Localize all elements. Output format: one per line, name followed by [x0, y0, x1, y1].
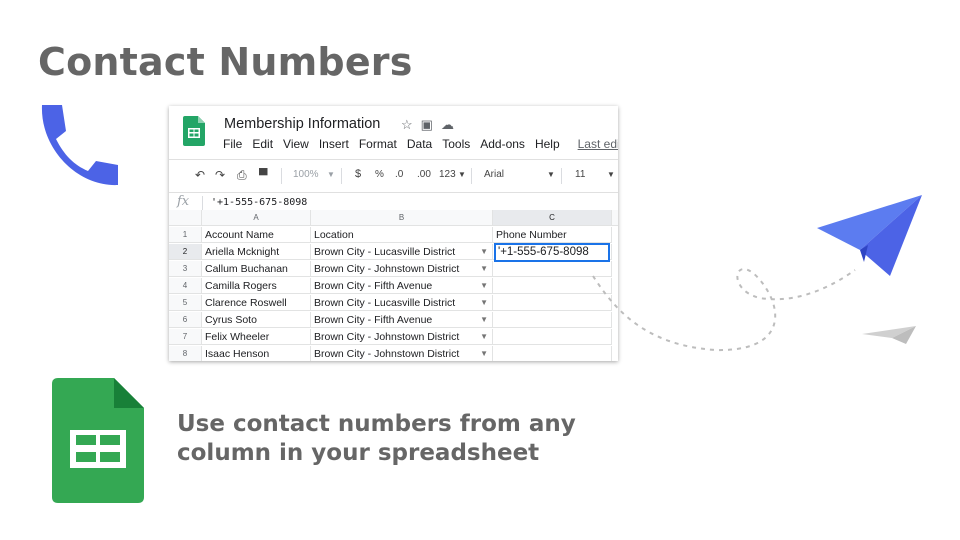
move-folder-icon[interactable]: ▣: [421, 116, 433, 134]
cell-account[interactable]: Cyrus Soto: [202, 312, 311, 328]
cell-location[interactable]: Brown City - Johnstown District ▼: [311, 346, 493, 361]
row-number[interactable]: 5: [169, 295, 202, 311]
cell-account[interactable]: Ariella Mcknight: [202, 244, 311, 260]
row-number[interactable]: 1: [169, 227, 202, 243]
paper-plane-icon: [862, 326, 916, 344]
cell-location[interactable]: Brown City - Lucasville District ▼: [311, 244, 493, 260]
paint-format-icon[interactable]: ▀: [259, 168, 268, 182]
cell-account[interactable]: Account Name: [202, 227, 311, 243]
cell-location[interactable]: Brown City - Lucasville District ▼: [311, 295, 493, 311]
menu-file[interactable]: File: [223, 137, 242, 151]
menu-format[interactable]: Format: [359, 137, 397, 151]
menu-edit[interactable]: Edit: [252, 137, 273, 151]
column-header-b[interactable]: B: [311, 210, 493, 226]
column-header-c[interactable]: C: [493, 210, 612, 226]
paper-plane-icon: [817, 195, 922, 276]
cell-location[interactable]: Brown City - Johnstown District ▼: [311, 329, 493, 345]
menu-help[interactable]: Help: [535, 137, 560, 151]
table-row: 5 Clarence Roswell Brown City - Lucasvil…: [169, 295, 618, 312]
currency-format-button[interactable]: $: [355, 168, 361, 180]
google-sheets-icon: [52, 378, 144, 503]
font-size-select[interactable]: 11: [575, 169, 585, 180]
cell-location[interactable]: Brown City - Fifth Avenue ▼: [311, 312, 493, 328]
cell-location[interactable]: Location: [311, 227, 493, 243]
menu-data[interactable]: Data: [407, 137, 432, 151]
dropdown-arrow-icon[interactable]: ▼: [480, 244, 488, 259]
row-number[interactable]: 4: [169, 278, 202, 294]
more-formats-button[interactable]: 123: [439, 169, 456, 180]
cell-location[interactable]: Brown City - Fifth Avenue ▼: [311, 278, 493, 294]
select-all-corner[interactable]: [169, 210, 202, 226]
menu-tools[interactable]: Tools: [442, 137, 470, 151]
cell-account[interactable]: Camilla Rogers: [202, 278, 311, 294]
menu-add-ons[interactable]: Add-ons: [480, 137, 525, 151]
table-row: 6 Cyrus Soto Brown City - Fifth Avenue ▼: [169, 312, 618, 329]
row-number[interactable]: 8: [169, 346, 202, 361]
row-number[interactable]: 2: [169, 244, 202, 260]
dropdown-arrow-icon[interactable]: ▼: [480, 295, 488, 310]
toolbar: ↶ ↷ ⎙ ▀ 100% ▼ $ % .0 .00 123 ▼ Arial ▼ …: [169, 159, 618, 193]
document-title[interactable]: Membership Information: [224, 116, 380, 132]
dropdown-arrow-icon[interactable]: ▼: [480, 329, 488, 344]
redo-icon[interactable]: ↷: [215, 168, 225, 182]
chevron-down-icon: ▼: [327, 170, 335, 179]
star-icon[interactable]: ☆: [401, 116, 413, 134]
cell-account[interactable]: Clarence Roswell: [202, 295, 311, 311]
cloud-status-icon[interactable]: ☁: [441, 116, 454, 134]
google-sheets-icon: [183, 116, 205, 146]
menu-insert[interactable]: Insert: [319, 137, 349, 151]
font-select[interactable]: Arial: [484, 169, 504, 180]
table-row: 7 Felix Wheeler Brown City - Johnstown D…: [169, 329, 618, 346]
cell-account[interactable]: Callum Buchanan: [202, 261, 311, 277]
menu-view[interactable]: View: [283, 137, 309, 151]
dropdown-arrow-icon[interactable]: ▼: [480, 346, 488, 361]
dropdown-arrow-icon[interactable]: ▼: [480, 278, 488, 293]
chevron-down-icon: ▼: [547, 170, 555, 179]
chevron-down-icon: ▼: [458, 170, 466, 179]
percent-format-button[interactable]: %: [375, 169, 384, 180]
zoom-select[interactable]: 100%: [293, 169, 319, 180]
column-header-a[interactable]: A: [202, 210, 311, 226]
tagline-line-2: column in your spreadsheet: [177, 440, 540, 466]
tagline: Use contact numbers from any column in y…: [177, 410, 597, 468]
fx-icon: fx: [177, 194, 190, 209]
dropdown-arrow-icon[interactable]: ▼: [480, 312, 488, 327]
decrease-decimal-button[interactable]: .0: [395, 169, 403, 180]
formula-input[interactable]: '+1-555-675-8098: [211, 197, 307, 208]
last-edit-link[interactable]: Last edi: [578, 137, 618, 151]
table-row: 1 Account Name Location Phone Number: [169, 227, 618, 244]
cell-account[interactable]: Felix Wheeler: [202, 329, 311, 345]
table-row: 4 Camilla Rogers Brown City - Fifth Aven…: [169, 278, 618, 295]
undo-icon[interactable]: ↶: [195, 168, 205, 182]
print-icon[interactable]: ⎙: [237, 168, 247, 183]
dropdown-arrow-icon[interactable]: ▼: [480, 261, 488, 276]
chevron-down-icon: ▼: [607, 170, 615, 179]
tagline-line-1: Use contact numbers from any: [177, 411, 576, 437]
increase-decimal-button[interactable]: .00: [417, 169, 431, 180]
spreadsheet-screenshot: Membership Information ☆ ▣ ☁ File Edit V…: [169, 106, 618, 361]
menu-bar: File Edit View Insert Format Data Tools …: [223, 137, 618, 151]
table-row: 3 Callum Buchanan Brown City - Johnstown…: [169, 261, 618, 278]
row-number[interactable]: 7: [169, 329, 202, 345]
doc-header: Membership Information ☆ ▣ ☁ File Edit V…: [169, 106, 618, 158]
row-number[interactable]: 3: [169, 261, 202, 277]
table-row: 8 Isaac Henson Brown City - Johnstown Di…: [169, 346, 618, 361]
slide-title: Contact Numbers: [38, 40, 413, 84]
cell-location[interactable]: Brown City - Johnstown District ▼: [311, 261, 493, 277]
row-number[interactable]: 6: [169, 312, 202, 328]
phone-icon: [41, 105, 118, 186]
cell-account[interactable]: Isaac Henson: [202, 346, 311, 361]
